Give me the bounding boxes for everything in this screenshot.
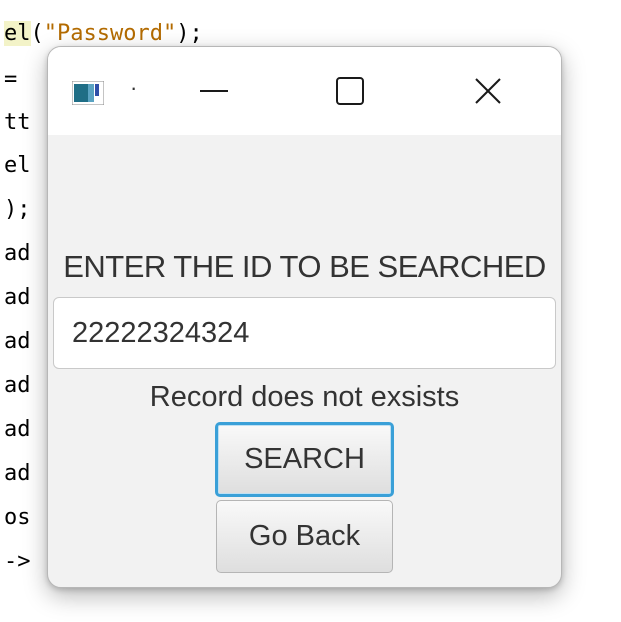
- code-line: el("Password");: [4, 20, 203, 48]
- maximize-button[interactable]: [320, 67, 380, 115]
- code-line: tt: [4, 110, 31, 135]
- search-status-message: Record does not exsists: [149, 381, 460, 413]
- code-line: =: [4, 67, 18, 92]
- code-fragment: );: [176, 21, 203, 46]
- code-string: "Password": [43, 21, 177, 46]
- dialog-content: ENTER THE ID TO BE SEARCHED Record does …: [48, 135, 561, 587]
- code-fragment: (: [30, 21, 44, 46]
- close-button[interactable]: [458, 67, 518, 115]
- code-line: ad: [4, 373, 31, 398]
- code-line: el: [4, 153, 31, 178]
- close-icon: [475, 78, 501, 104]
- code-line: os: [4, 505, 31, 530]
- code-fragment: el: [4, 21, 31, 46]
- search-dialog-window: · ENTER THE ID TO BE SEARCHED Record doe…: [47, 46, 562, 588]
- code-line: ad: [4, 417, 31, 442]
- go-back-button[interactable]: Go Back: [216, 500, 393, 573]
- code-line: ->: [4, 549, 31, 574]
- code-line: ad: [4, 329, 31, 354]
- code-line: ad: [4, 241, 31, 266]
- code-line: );: [4, 197, 31, 222]
- code-line: ad: [4, 461, 31, 486]
- maximize-icon: [336, 77, 364, 105]
- title-bar[interactable]: ·: [48, 47, 561, 135]
- minimize-button[interactable]: [184, 67, 244, 115]
- window-title: ·: [130, 75, 138, 100]
- search-button[interactable]: SEARCH: [215, 422, 394, 497]
- id-prompt-label: ENTER THE ID TO BE SEARCHED: [63, 249, 546, 284]
- minimize-icon: [200, 90, 228, 92]
- id-search-input[interactable]: [53, 297, 556, 369]
- code-line: ad: [4, 285, 31, 310]
- java-app-icon: [71, 80, 105, 106]
